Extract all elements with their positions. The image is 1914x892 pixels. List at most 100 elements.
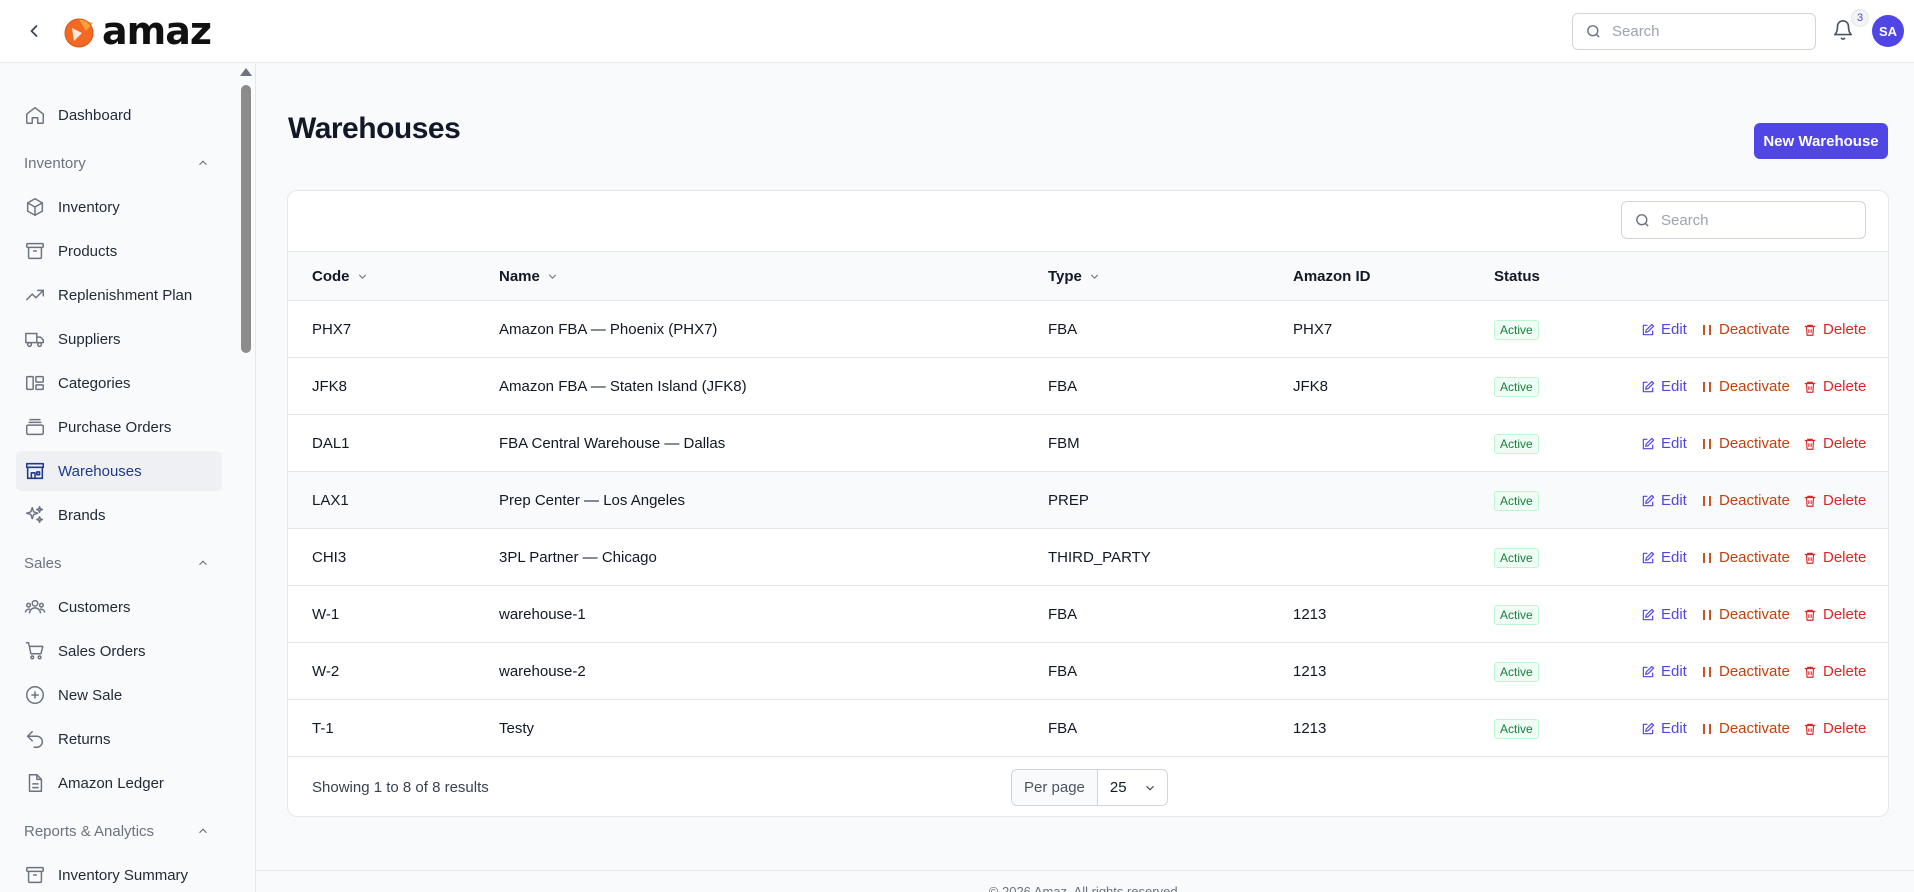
trash-icon	[1804, 438, 1816, 450]
trending-up-icon	[26, 289, 44, 301]
pause-icon	[1703, 438, 1711, 449]
sidebar-item-label: Suppliers	[58, 330, 121, 348]
column-header-name[interactable]: Name	[499, 252, 559, 300]
archive-box-icon	[26, 866, 44, 884]
cell-code: W-1	[312, 606, 340, 623]
edit-button[interactable]: Edit	[1641, 415, 1687, 472]
sidebar-item-returns[interactable]: Returns	[16, 719, 222, 759]
table-row: DAL1 FBA Central Warehouse — Dallas FBM Act…	[288, 415, 1888, 472]
delete-button[interactable]: Delete	[1803, 586, 1866, 643]
sidebar-group-inventory[interactable]: Inventory	[24, 151, 210, 175]
status-badge: Active	[1494, 490, 1539, 511]
status-badge: Active	[1494, 547, 1539, 568]
edit-button[interactable]: Edit	[1641, 472, 1687, 529]
archive-box-icon	[26, 242, 44, 260]
pause-icon	[1703, 723, 1711, 734]
column-header-label: Amazon ID	[1293, 267, 1371, 285]
chevron-down-icon	[1145, 785, 1154, 791]
table-row: CHI3 3PL Partner — Chicago THIRD_PARTY Acti…	[288, 529, 1888, 586]
sidebar-scrollbar-thumb[interactable]	[241, 85, 251, 353]
sidebar-group-reports[interactable]: Reports & Analytics	[24, 819, 210, 843]
sidebar-item-brands[interactable]: Brands	[16, 495, 222, 535]
cell-amazon-id: JFK8	[1293, 378, 1329, 395]
delete-button[interactable]: Delete	[1803, 529, 1866, 586]
pencil-square-icon	[1642, 437, 1655, 449]
column-header-status: Status	[1494, 252, 1540, 300]
chevron-up-icon	[199, 560, 207, 566]
squares-icon	[26, 375, 44, 391]
edit-label: Edit	[1661, 549, 1687, 566]
cell-type: FBA	[1048, 606, 1078, 623]
delete-label: Delete	[1823, 378, 1867, 395]
cell-status: Active	[1494, 358, 1539, 415]
sidebar: Dashboard Inventory Inventory Products R…	[0, 64, 256, 892]
deactivate-button[interactable]: Deactivate	[1701, 586, 1790, 643]
delete-button[interactable]: Delete	[1803, 643, 1866, 700]
column-header-type[interactable]: Type	[1048, 252, 1101, 300]
sidebar-item-replenishment-plan[interactable]: Replenishment Plan	[16, 275, 222, 315]
sidebar-item-label: New Sale	[58, 686, 123, 704]
user-avatar[interactable]: SA	[1872, 15, 1904, 47]
delete-button[interactable]: Delete	[1803, 472, 1866, 529]
delete-label: Delete	[1823, 492, 1867, 509]
back-button[interactable]	[22, 19, 46, 43]
sidebar-item-warehouses[interactable]: Warehouses	[16, 451, 222, 491]
sidebar-item-label: Products	[58, 242, 118, 260]
cell-code: PHX7	[312, 321, 352, 338]
delete-button[interactable]: Delete	[1803, 301, 1866, 358]
edit-label: Edit	[1661, 663, 1687, 680]
sidebar-item-dashboard[interactable]: Dashboard	[16, 95, 222, 135]
cell-code: JFK8	[312, 378, 348, 395]
deactivate-button[interactable]: Deactivate	[1701, 643, 1790, 700]
edit-button[interactable]: Edit	[1641, 529, 1687, 586]
status-badge: Active	[1494, 718, 1539, 739]
sidebar-item-new-sale[interactable]: New Sale	[16, 675, 222, 715]
cell-status: Active	[1494, 415, 1539, 472]
column-header-label: Code	[312, 267, 350, 285]
sidebar-item-purchase-orders[interactable]: Purchase Orders	[16, 407, 222, 447]
deactivate-button[interactable]: Deactivate	[1701, 700, 1790, 757]
sidebar-group-sales[interactable]: Sales	[24, 551, 210, 575]
sidebar-item-label: Brands	[58, 506, 106, 524]
logo[interactable]: amaz	[62, 12, 212, 50]
new-warehouse-button[interactable]: New Warehouse	[1754, 123, 1888, 159]
deactivate-button[interactable]: Deactivate	[1701, 358, 1790, 415]
column-header-code[interactable]: Code	[312, 252, 369, 300]
sidebar-item-inventory[interactable]: Inventory	[16, 187, 222, 227]
global-search-input[interactable]	[1612, 23, 1792, 40]
deactivate-label: Deactivate	[1719, 321, 1790, 338]
sidebar-item-amazon-ledger[interactable]: Amazon Ledger	[16, 763, 222, 803]
edit-button[interactable]: Edit	[1641, 586, 1687, 643]
cell-amazon-id: PHX7	[1293, 321, 1333, 338]
sidebar-item-label: Purchase Orders	[58, 418, 172, 436]
delete-label: Delete	[1823, 606, 1867, 623]
table-search[interactable]	[1621, 201, 1866, 239]
per-page-select[interactable]: 25	[1097, 770, 1167, 805]
edit-button[interactable]: Edit	[1641, 643, 1687, 700]
global-search[interactable]	[1572, 13, 1816, 50]
sidebar-item-categories[interactable]: Categories	[16, 363, 222, 403]
table-footer: Showing 1 to 8 of 8 results Per page 25	[288, 757, 1888, 816]
edit-button[interactable]: Edit	[1641, 700, 1687, 757]
deactivate-button[interactable]: Deactivate	[1701, 301, 1790, 358]
delete-button[interactable]: Delete	[1803, 700, 1866, 757]
sidebar-scroll-up-arrow[interactable]	[240, 68, 252, 76]
delete-button[interactable]: Delete	[1803, 415, 1866, 472]
edit-button[interactable]: Edit	[1641, 301, 1687, 358]
cell-name: Amazon FBA — Staten Island (JFK8)	[499, 378, 747, 395]
sidebar-item-customers[interactable]: Customers	[16, 587, 222, 627]
sidebar-item-products[interactable]: Products	[16, 231, 222, 271]
deactivate-button[interactable]: Deactivate	[1701, 529, 1790, 586]
logo-mark-icon	[64, 18, 94, 48]
edit-button[interactable]: Edit	[1641, 358, 1687, 415]
deactivate-label: Deactivate	[1719, 378, 1790, 395]
table-search-input[interactable]	[1661, 211, 1841, 229]
sidebar-item-suppliers[interactable]: Suppliers	[16, 319, 222, 359]
trash-icon	[1804, 381, 1816, 393]
deactivate-button[interactable]: Deactivate	[1701, 472, 1790, 529]
deactivate-button[interactable]: Deactivate	[1701, 415, 1790, 472]
sidebar-item-sales-orders[interactable]: Sales Orders	[16, 631, 222, 671]
sparkles-icon	[26, 506, 44, 524]
delete-button[interactable]: Delete	[1803, 358, 1866, 415]
sidebar-item-inventory-summary[interactable]: Inventory Summary	[16, 855, 222, 892]
